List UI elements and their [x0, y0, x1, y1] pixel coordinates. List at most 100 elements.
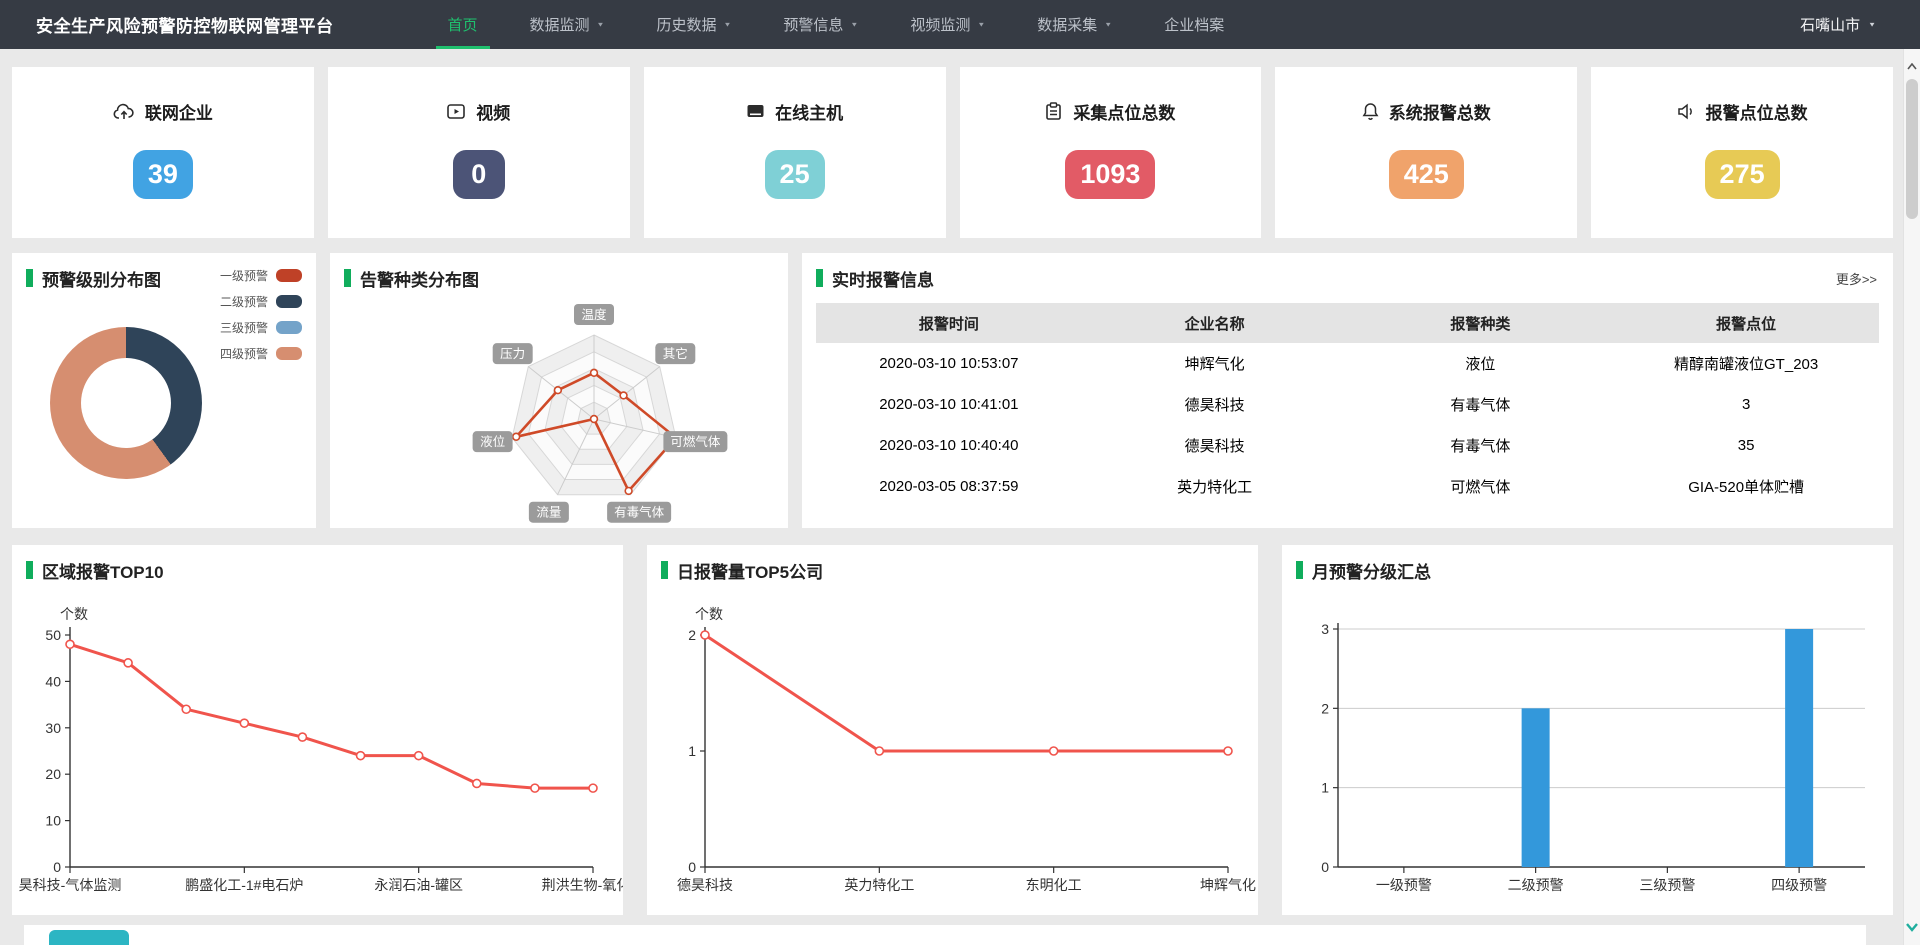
legend-swatch [276, 347, 302, 360]
stat-card: 报警点位总数 275 [1591, 67, 1893, 238]
legend-swatch [276, 269, 302, 282]
bar [1785, 629, 1813, 867]
svg-text:10: 10 [45, 813, 61, 829]
column-header: 报警时间 [816, 303, 1082, 343]
nav-item-label: 数据采集 [1037, 14, 1097, 35]
region-alarm-top10-panel: 区域报警TOP10 01020304050个数昊科技-气体监测鹏盛化工-1#电石… [12, 545, 623, 915]
table-body: 2020-03-10 10:53:07坤辉气化液位精醇南罐液位GT_203202… [816, 343, 1879, 507]
radar-axis-label: 压力 [493, 343, 533, 364]
bell-icon [1362, 102, 1379, 121]
svg-text:2: 2 [688, 627, 696, 643]
nav-item-3[interactable]: 历史数据▼ [630, 0, 757, 49]
stat-card-head: 报警点位总数 [1677, 99, 1808, 124]
svg-text:昊科技-气体监测: 昊科技-气体监测 [19, 877, 122, 893]
svg-text:50: 50 [45, 627, 61, 643]
dashboard-main: 联网企业39视频0在线主机25采集点位总数1093系统报警总数425报警点位总数… [12, 67, 1893, 945]
stat-card-head: 联网企业 [113, 99, 213, 124]
alarm-level-panel: 预警级别分布图 一级预警二级预警三级预警四级预警 [12, 253, 316, 528]
stat-card-head: 视频 [447, 99, 510, 124]
stat-cards-row: 联网企业39视频0在线主机25采集点位总数1093系统报警总数425报警点位总数… [12, 67, 1893, 238]
donut-legend: 一级预警二级预警三级预警四级预警 [220, 267, 302, 362]
column-header: 报警点位 [1613, 303, 1879, 343]
svg-text:温度: 温度 [581, 307, 607, 322]
table-cell: 有毒气体 [1348, 384, 1614, 425]
stat-card-value-badge: 25 [765, 150, 825, 199]
panel-title-row: 告警种类分布图 [344, 265, 774, 291]
legend-item[interactable]: 二级预警 [220, 293, 302, 310]
panel-title: 月预警分级汇总 [1312, 558, 1431, 583]
nav-menu: 首页数据监测▼历史数据▼预警信息▼视频监测▼数据采集▼企业档案 [422, 0, 1251, 49]
stat-card-value-badge: 0 [453, 150, 505, 199]
scroll-up-icon[interactable] [1904, 57, 1920, 75]
stat-card-label: 视频 [476, 99, 510, 124]
legend-item[interactable]: 一级预警 [220, 267, 302, 284]
stat-card: 系统报警总数 425 [1275, 67, 1577, 238]
svg-text:一级预警: 一级预警 [1376, 877, 1432, 893]
scrollbar-thumb[interactable] [1906, 79, 1918, 219]
stat-card-value-badge: 275 [1705, 150, 1780, 199]
table-row: 2020-03-10 10:53:07坤辉气化液位精醇南罐液位GT_203 [816, 343, 1879, 384]
svg-text:0: 0 [53, 859, 61, 875]
cloud-upload-icon [113, 103, 135, 121]
stat-card-value-badge: 425 [1389, 150, 1464, 199]
panel-title: 实时报警信息 [832, 266, 934, 291]
radar-axis-label: 液位 [473, 431, 513, 452]
table-cell: 3 [1613, 384, 1879, 425]
svg-text:40: 40 [45, 673, 61, 689]
panel-title: 日报警量TOP5公司 [677, 558, 823, 583]
panel-title: 区域报警TOP10 [42, 558, 164, 583]
nav-item-label: 预警信息 [783, 14, 843, 35]
legend-label: 四级预警 [220, 345, 268, 362]
panel-title-row: 实时报警信息 [816, 265, 1879, 291]
nav-item-label: 视频监测 [910, 14, 970, 35]
nav-item-4[interactable]: 预警信息▼ [757, 0, 884, 49]
svg-text:荆洪生物-氧化反: 荆洪生物-氧化反 [542, 877, 623, 893]
svg-text:液位: 液位 [480, 434, 505, 449]
nav-item-7[interactable]: 企业档案 [1138, 0, 1250, 49]
svg-text:鹏盛化工-1#电石炉: 鹏盛化工-1#电石炉 [185, 877, 303, 893]
legend-item[interactable]: 四级预警 [220, 345, 302, 362]
svg-text:30: 30 [45, 720, 61, 736]
svg-text:四级预警: 四级预警 [1771, 877, 1827, 893]
stat-card-label: 采集点位总数 [1073, 99, 1175, 124]
svg-text:压力: 压力 [500, 347, 525, 361]
nav-item-6[interactable]: 数据采集▼ [1011, 0, 1138, 49]
more-link[interactable]: 更多>> [1836, 269, 1877, 288]
radar-axis-label: 有毒气体 [607, 502, 671, 523]
title-accent-bar [816, 269, 823, 287]
svg-text:流量: 流量 [536, 506, 561, 520]
table-cell: 可燃气体 [1348, 466, 1614, 507]
svg-text:有毒气体: 有毒气体 [614, 505, 665, 520]
nav-item-1[interactable]: 首页 [422, 0, 504, 49]
clipboard-icon [1045, 102, 1063, 121]
legend-item[interactable]: 三级预警 [220, 319, 302, 336]
scroll-down-icon[interactable] [1904, 919, 1920, 937]
title-accent-bar [661, 561, 668, 579]
chevron-down-icon: ▼ [723, 21, 731, 28]
radar-axis-label: 温度 [574, 304, 614, 325]
nav-item-label: 首页 [448, 14, 478, 35]
table-cell: 35 [1613, 425, 1879, 466]
stat-card: 在线主机25 [644, 67, 946, 238]
monthly-alarm-bar-chart: 0123一级预警二级预警三级预警四级预警 [1296, 589, 1879, 905]
stat-card-label: 报警点位总数 [1706, 99, 1808, 124]
legend-swatch [276, 321, 302, 334]
page-scrollbar[interactable] [1903, 49, 1920, 945]
nav-item-2[interactable]: 数据监测▼ [504, 0, 631, 49]
speaker-icon [1677, 103, 1696, 120]
bar [1522, 708, 1550, 867]
chevron-down-icon: ▼ [597, 21, 605, 28]
svg-text:东明化工: 东明化工 [1026, 877, 1082, 893]
svg-text:0: 0 [1321, 859, 1329, 875]
chevron-down-icon: ▼ [1868, 21, 1876, 28]
realtime-alarm-table: 报警时间企业名称报警种类报警点位 2020-03-10 10:53:07坤辉气化… [816, 303, 1879, 507]
nav-item-5[interactable]: 视频监测▼ [884, 0, 1011, 49]
table-cell: 2020-03-10 10:41:01 [816, 384, 1082, 425]
panel-title-row: 日报警量TOP5公司 [661, 557, 1244, 583]
title-accent-bar [26, 561, 33, 579]
top-navbar: 安全生产风险预警防控物联网管理平台 首页数据监测▼历史数据▼预警信息▼视频监测▼… [0, 0, 1920, 49]
svg-text:二级预警: 二级预警 [1508, 877, 1564, 893]
stat-card-value-badge: 1093 [1065, 150, 1155, 199]
stat-card-head: 系统报警总数 [1362, 99, 1491, 124]
region-selector[interactable]: 石嘴山市 ▼ [1800, 0, 1876, 49]
